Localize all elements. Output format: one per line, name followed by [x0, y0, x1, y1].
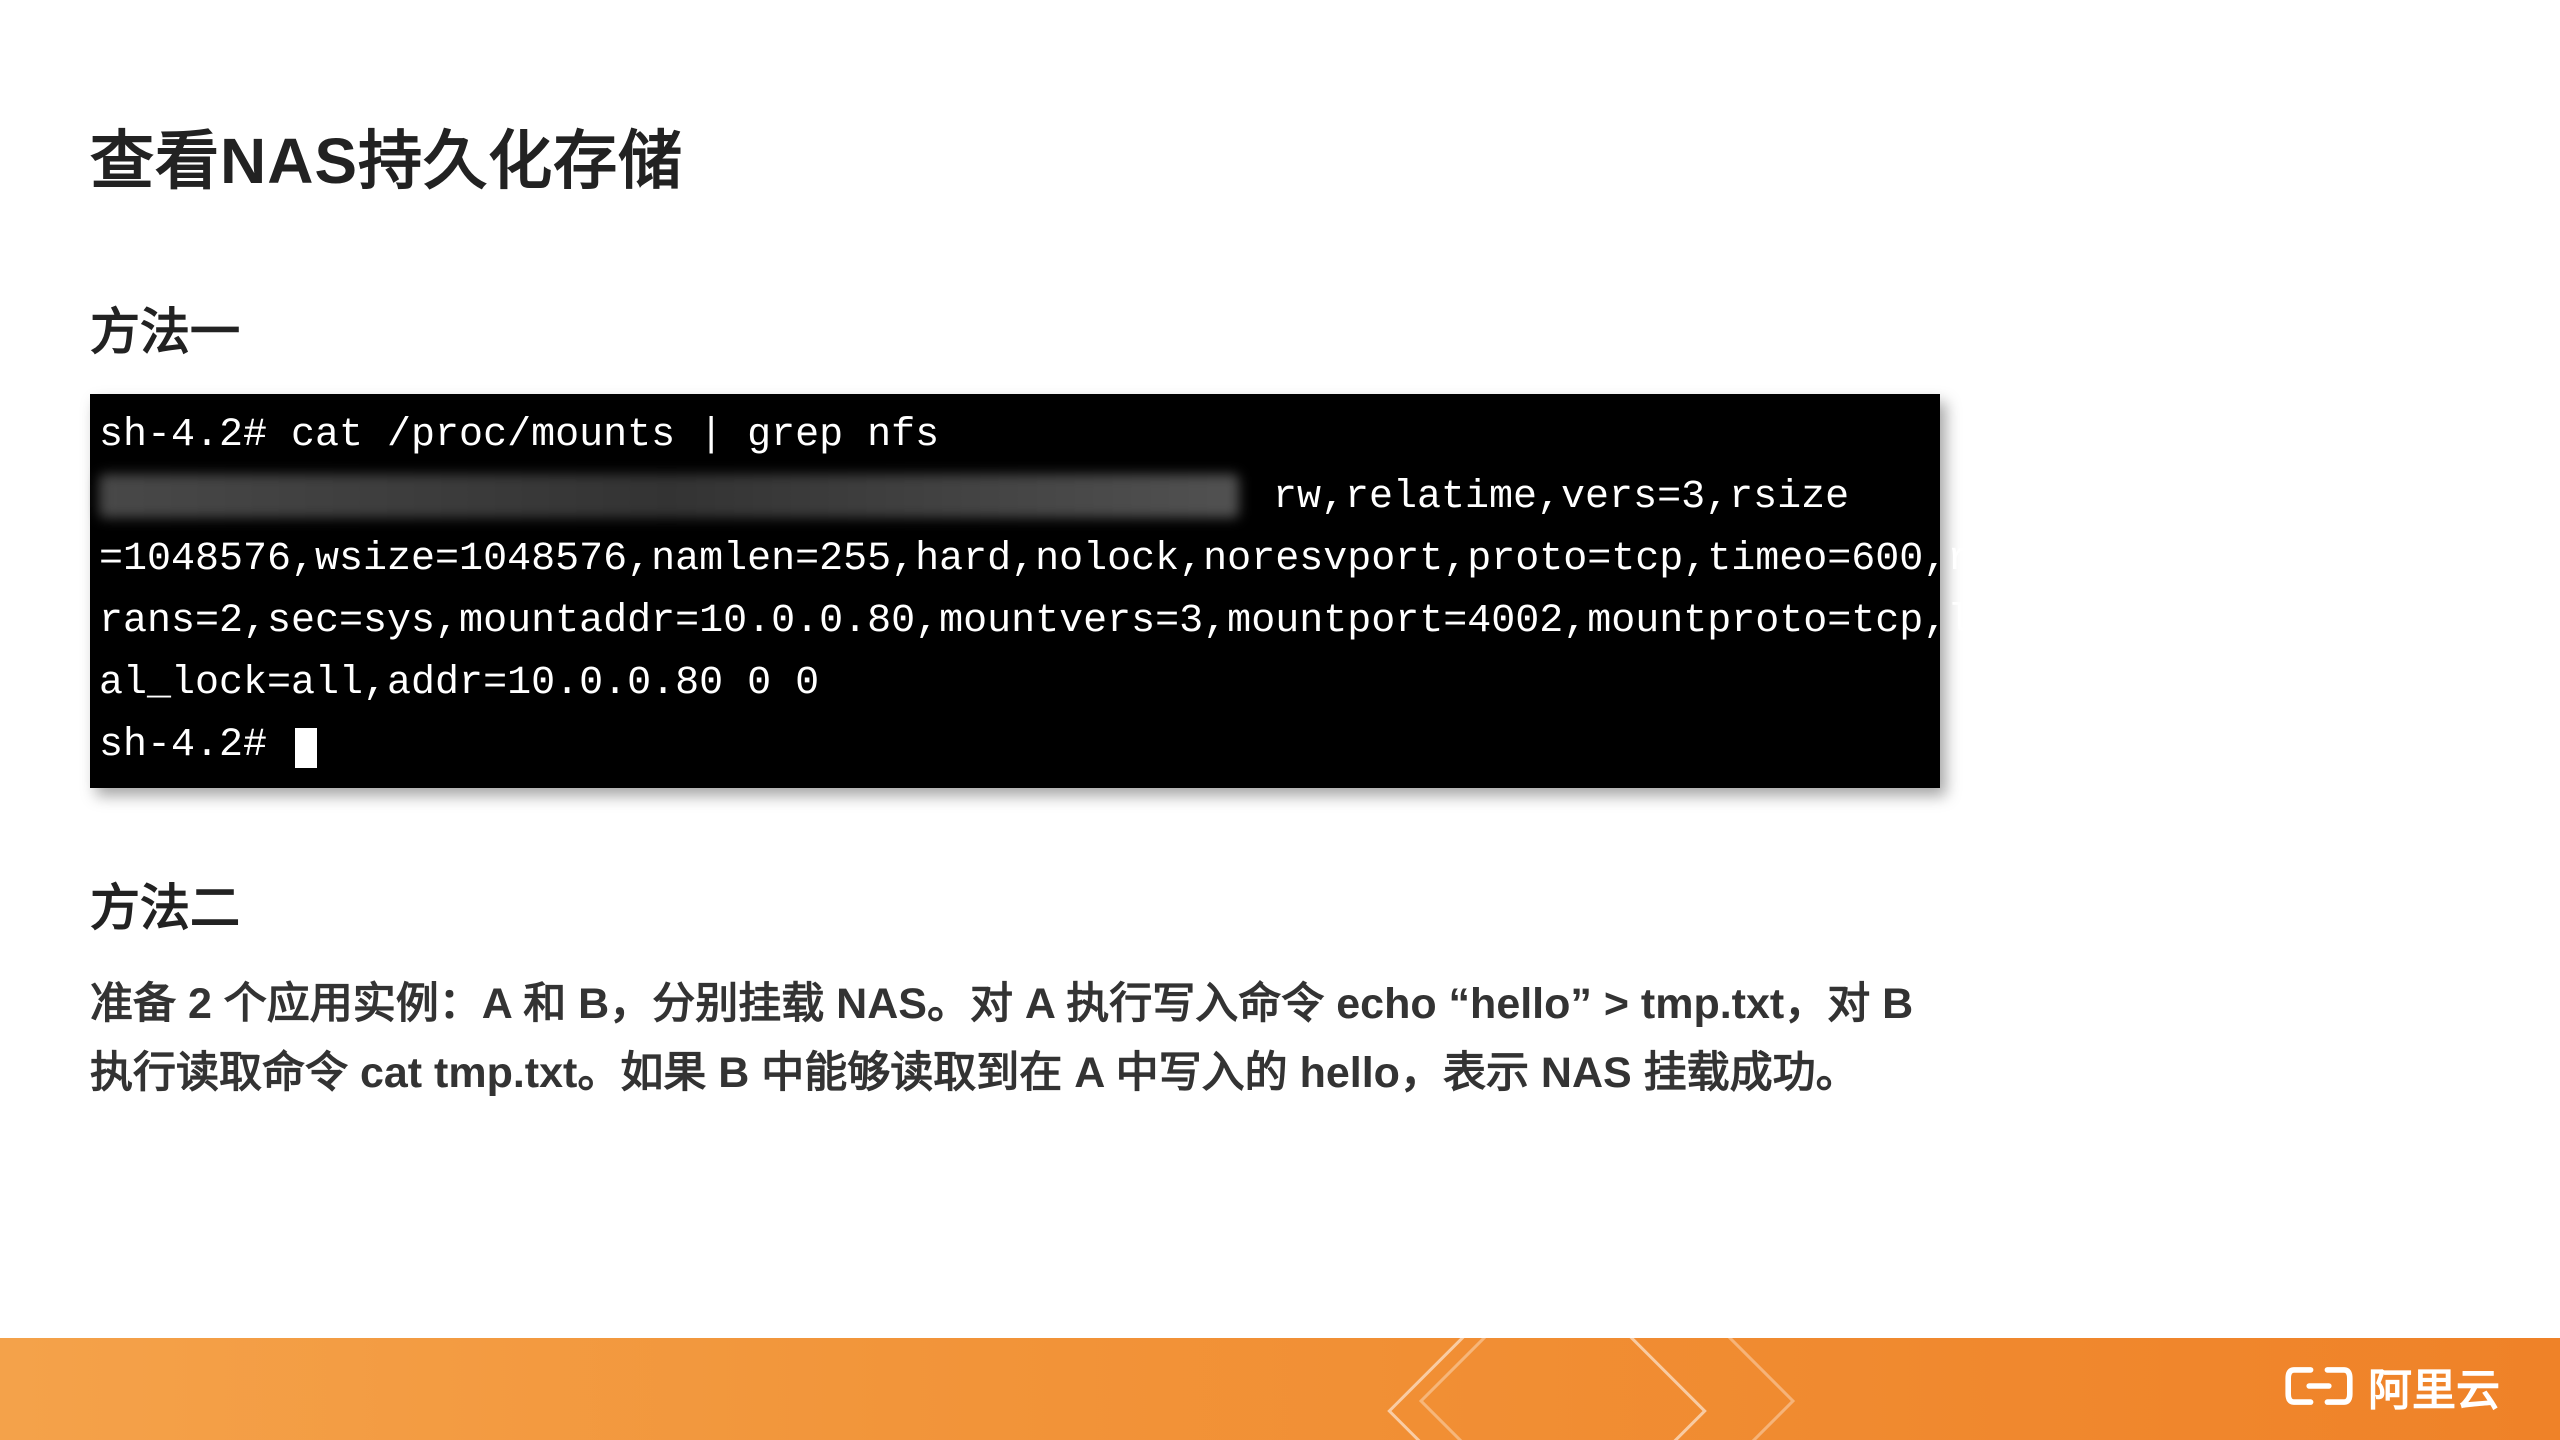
terminal-line-2-suffix: rw,relatime,vers=3,rsize [1249, 475, 1849, 520]
page-title: 查看NAS持久化存储 [90, 110, 2470, 202]
terminal-line-4: rans=2,sec=sys,mountaddr=10.0.0.80,mount… [99, 591, 1925, 653]
terminal-line-6: sh-4.2# [99, 715, 1925, 777]
method2-body: 准备 2 个应用实例：A 和 B，分别挂载 NAS。对 A 执行写入命令 ech… [90, 970, 1960, 1108]
method2-block: 方法二 准备 2 个应用实例：A 和 B，分别挂载 NAS。对 A 执行写入命令… [90, 868, 2470, 1108]
terminal-wrap: sh-4.2# cat /proc/mounts | grep nfs rw,r… [90, 394, 2470, 788]
terminal-output: sh-4.2# cat /proc/mounts | grep nfs rw,r… [90, 394, 1940, 788]
slide: 查看NAS持久化存储 方法一 sh-4.2# cat /proc/mounts … [0, 0, 2560, 1440]
terminal-line-5: al_lock=all,addr=10.0.0.80 0 0 [99, 653, 1925, 715]
terminal-prompt: sh-4.2# [99, 723, 291, 768]
aliyun-logo-icon [2284, 1360, 2354, 1412]
content-area: 查看NAS持久化存储 方法一 sh-4.2# cat /proc/mounts … [90, 110, 2470, 1108]
terminal-line-1: sh-4.2# cat /proc/mounts | grep nfs [99, 405, 1925, 467]
terminal-line-2: rw,relatime,vers=3,rsize [99, 467, 1925, 529]
cursor-icon [295, 728, 317, 768]
brand-name: 阿里云 [2368, 1354, 2500, 1418]
footer-bar: 阿里云 [0, 1338, 2560, 1440]
method2-heading: 方法二 [90, 868, 2470, 940]
brand: 阿里云 [2284, 1354, 2500, 1418]
terminal-line-3: =1048576,wsize=1048576,namlen=255,hard,n… [99, 529, 1925, 591]
method1-block: 方法一 sh-4.2# cat /proc/mounts | grep nfs … [90, 292, 2470, 788]
redacted-host [99, 474, 1239, 518]
method1-heading: 方法一 [90, 292, 2470, 364]
